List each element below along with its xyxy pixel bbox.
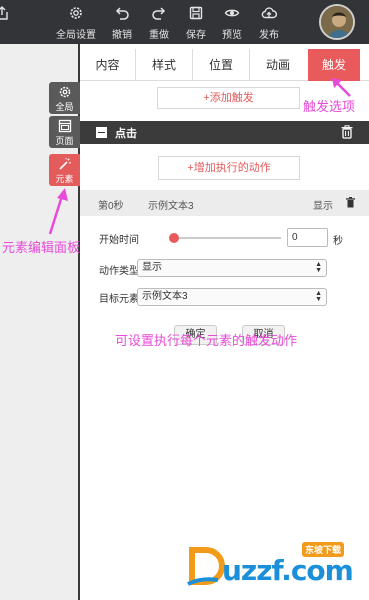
target-element-select[interactable]: 示例文本3 ▲ ▼ [137,288,327,306]
action-target: 示例文本3 [148,201,194,212]
trigger-name: 点击 [115,128,137,140]
watermark-logo: uzzf.com 东坡下载 [182,538,362,590]
save-icon [189,6,203,20]
side-nav-page-label: 页面 [55,136,74,146]
start-time-slider-handle[interactable] [169,233,179,243]
publish-label: 发布 [259,30,279,41]
start-time-label: 开始时间 [99,235,139,246]
avatar[interactable] [319,4,355,40]
toolbar-share-partial[interactable]: 享 [0,5,14,41]
action-type-select-value: 显示 [142,262,162,273]
side-nav-element-label: 元素 [55,174,74,184]
side-nav-global[interactable]: 全局 [49,82,80,114]
side-nav-global-label: 全局 [55,102,74,112]
eye-icon [224,9,240,17]
action-type: 显示 [313,201,333,212]
action-type-label: 动作类型 [99,266,139,277]
share-icon [0,6,8,20]
gear-icon [59,86,70,98]
magic-wand-icon [58,158,71,170]
gear-icon [70,7,82,19]
action-time: 第0秒 [98,201,124,212]
panel-tabs: 内容 样式 位置 动画 触发 [80,49,369,81]
tab-position[interactable]: 位置 [192,49,249,81]
select-arrows-icon: ▲ ▼ [315,261,322,274]
redo-icon [152,7,166,20]
undo-icon [115,7,129,20]
start-time-input[interactable]: 0 [287,228,328,247]
action-row[interactable]: 第0秒 示例文本3 显示 [80,190,369,216]
add-action-button[interactable]: +增加执行的动作 [158,156,300,180]
trigger-header: 点击 [80,121,369,144]
watermark-text: uzzf.com [222,554,354,587]
tab-animation[interactable]: 动画 [249,49,306,81]
publish-button[interactable]: 发布 [247,5,291,41]
arrow-icon [48,188,68,235]
element-edit-panel: 内容 样式 位置 动画 触发 +添加触发 点击 +增加执行的动作 第0秒 示例文… [80,44,369,600]
collapse-icon[interactable] [96,127,107,138]
start-time-slider-track[interactable] [174,237,281,239]
target-element-label: 目标元素 [99,294,139,305]
toolbar-share-label: 享 [0,26,14,41]
tab-content[interactable]: 内容 [80,49,135,81]
add-trigger-button[interactable]: +添加触发 [157,87,300,109]
global-settings-button[interactable]: 全局设置 [54,5,98,41]
side-nav-page[interactable]: 页面 [49,116,80,148]
side-nav-element[interactable]: 元素 [49,154,80,186]
annotation-element-panel: 元素编辑面板 [2,240,81,255]
trash-icon[interactable] [346,197,355,208]
watermark-badge: 东坡下载 [302,542,345,557]
target-element-select-value: 示例文本3 [142,291,188,302]
page-layout-icon [58,119,71,133]
trash-icon[interactable] [341,125,353,139]
select-arrows-icon: ▲ ▼ [315,290,322,303]
top-toolbar: 享 全局设置 撤销 重做 保存 预览 发布 [0,0,369,44]
action-type-select[interactable]: 显示 ▲ ▼ [137,259,327,277]
avatar-image [321,6,353,38]
cloud-upload-icon [261,7,277,19]
start-time-unit: 秒 [333,236,343,247]
annotation-description: 可设置执行每个元素的触发动作 [115,333,298,348]
arrow-icon [332,78,351,97]
tab-style[interactable]: 样式 [135,49,192,81]
global-settings-label: 全局设置 [56,30,96,41]
watermark-d-icon [187,547,225,586]
